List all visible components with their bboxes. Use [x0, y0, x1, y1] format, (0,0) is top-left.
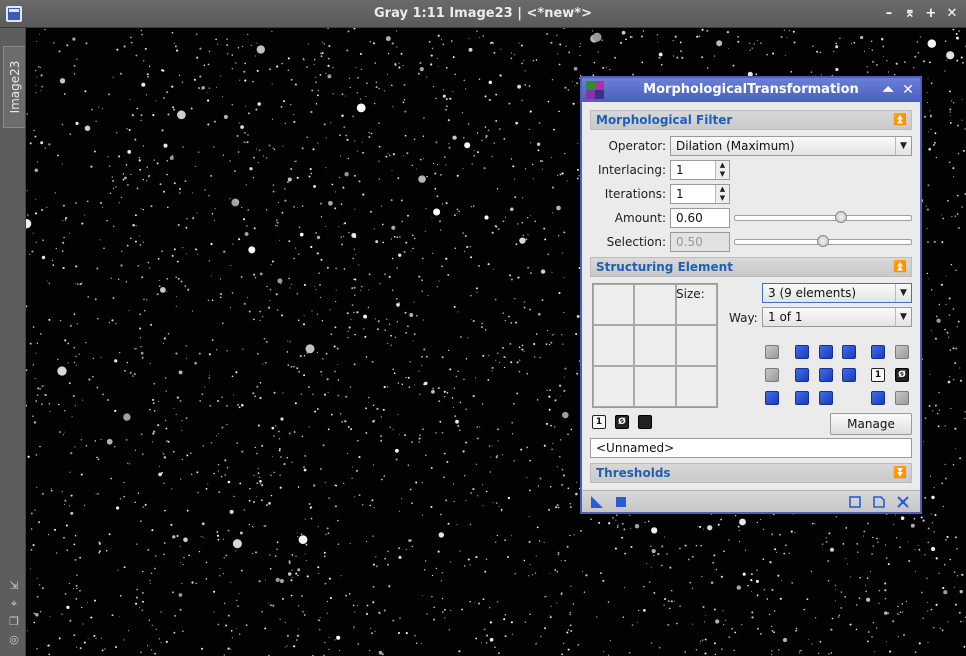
copy-icon[interactable]	[895, 345, 909, 359]
cross-pattern-icon[interactable]	[819, 391, 833, 405]
chevron-down-icon: ▼	[895, 284, 911, 302]
section-title: Morphological Filter	[596, 113, 733, 127]
expand-icon[interactable]: ⏬	[893, 466, 907, 480]
slider-handle[interactable]	[835, 211, 847, 223]
window-title-bar: Gray 1:11 Image23 | <*new*> – ⌆ + ✕	[0, 0, 966, 28]
amount-slider[interactable]	[734, 211, 912, 223]
center-marker-icon[interactable]	[638, 415, 652, 429]
dialog-close-icon[interactable]: ✕	[900, 81, 916, 99]
reset-icon[interactable]	[896, 495, 910, 509]
collapse-icon[interactable]: ⏫	[893, 113, 907, 127]
section-structuring-element[interactable]: Structuring Element ⏫	[590, 257, 912, 277]
amount-label: Amount:	[614, 211, 666, 225]
selection-slider[interactable]	[734, 235, 912, 247]
interlacing-label: Interlacing:	[597, 163, 666, 177]
grid-cell[interactable]	[675, 366, 717, 407]
chevron-down-icon: ▼	[895, 308, 911, 326]
shrink-icon[interactable]	[765, 391, 779, 405]
window-title: Gray 1:11 Image23 | <*new*>	[374, 6, 592, 21]
morphological-transformation-dialog: MorphologicalTransformation ⏶ ✕ Morpholo…	[580, 76, 922, 514]
iterations-spinbox[interactable]: 1 ▲ ▼	[670, 184, 730, 204]
grid-cell[interactable]	[634, 325, 676, 366]
circle-pattern-icon[interactable]	[795, 345, 809, 359]
image-tab-label: Image23	[7, 60, 22, 114]
operator-combo[interactable]: Dilation (Maximum) ▼	[670, 136, 912, 156]
invert-icon[interactable]	[842, 368, 856, 382]
section-morphological-filter[interactable]: Morphological Filter ⏫	[590, 110, 912, 130]
maximize-icon[interactable]: +	[923, 5, 939, 23]
grid-cell[interactable]	[593, 366, 635, 407]
operator-value: Dilation (Maximum)	[676, 139, 795, 153]
minimize-icon[interactable]: –	[881, 5, 897, 23]
view-side-strip: Image23 ⇲ ⌖ ❐ ◎	[0, 28, 26, 656]
apply-icon[interactable]	[614, 495, 628, 509]
amount-input[interactable]: 0.60	[670, 208, 730, 228]
grid-cell[interactable]	[634, 284, 676, 325]
size-label: Size:	[676, 287, 705, 301]
dialog-title: MorphologicalTransformation	[643, 82, 859, 97]
close-icon[interactable]: ✕	[944, 5, 960, 23]
layers-icon[interactable]	[871, 345, 885, 359]
zoom-icon[interactable]: ⌖	[8, 598, 20, 610]
redo-icon[interactable]	[765, 368, 779, 382]
element-name-field[interactable]: <Unnamed>	[590, 438, 912, 458]
iterations-label: Iterations:	[604, 187, 666, 201]
grid-cell[interactable]	[675, 325, 717, 366]
section-thresholds[interactable]: Thresholds ⏬	[590, 463, 912, 483]
way-label: Way:	[729, 311, 758, 325]
fit-view-icon[interactable]: ⇲	[8, 580, 20, 592]
interlacing-value: 1	[676, 163, 684, 177]
structuring-element-grid[interactable]	[592, 283, 718, 408]
iterations-value: 1	[676, 187, 684, 201]
app-window: Gray 1:11 Image23 | <*new*> – ⌆ + ✕ Imag…	[0, 0, 966, 656]
spin-arrows-icon[interactable]: ▲ ▼	[715, 161, 729, 179]
import-icon[interactable]	[871, 391, 885, 405]
dialog-bottom-bar	[582, 490, 920, 512]
manage-button[interactable]: Manage	[830, 413, 912, 435]
fill-one-icon[interactable]: 1	[592, 415, 606, 429]
grid-cell[interactable]	[593, 325, 635, 366]
disk-icon[interactable]	[795, 368, 809, 382]
documentation-icon[interactable]	[872, 495, 886, 509]
rotate-icon[interactable]	[819, 345, 833, 359]
image-tab[interactable]: Image23	[3, 46, 25, 128]
section-title: Structuring Element	[596, 260, 733, 274]
dialog-shade-icon[interactable]: ⏶	[880, 81, 896, 99]
set-one-icon[interactable]: 1	[871, 368, 885, 382]
diamond-icon[interactable]	[819, 368, 833, 382]
undo-icon[interactable]	[765, 345, 779, 359]
flip-icon[interactable]	[842, 345, 856, 359]
target-icon[interactable]: ◎	[8, 634, 20, 646]
selection-input[interactable]: 0.50	[670, 232, 730, 252]
size-combo[interactable]: 3 (9 elements) ▼	[762, 283, 912, 303]
section-title: Thresholds	[596, 466, 671, 480]
new-instance-icon[interactable]	[590, 495, 604, 509]
collapse-icon[interactable]: ⏫	[893, 260, 907, 274]
dialog-title-bar[interactable]: MorphologicalTransformation ⏶ ✕	[582, 78, 920, 102]
selection-label: Selection:	[606, 235, 666, 249]
grid-cell[interactable]	[593, 284, 635, 325]
slider-handle[interactable]	[817, 235, 829, 247]
way-combo[interactable]: 1 of 1 ▼	[762, 307, 912, 327]
chevron-down-icon: ▼	[895, 137, 911, 155]
size-value: 3 (9 elements)	[768, 286, 856, 300]
way-value: 1 of 1	[768, 310, 803, 324]
preview-icon[interactable]	[848, 495, 862, 509]
set-empty-icon[interactable]: Ø	[895, 368, 909, 382]
plus-pattern-icon[interactable]	[795, 391, 809, 405]
interlacing-spinbox[interactable]: 1 ▲ ▼	[670, 160, 730, 180]
spin-arrows-icon[interactable]: ▲ ▼	[715, 185, 729, 203]
grid-cell[interactable]	[634, 366, 676, 407]
clone-icon[interactable]: ❐	[8, 616, 20, 628]
fill-empty-icon[interactable]: Ø	[615, 415, 629, 429]
operator-label: Operator:	[608, 139, 666, 153]
export-icon[interactable]	[895, 391, 909, 405]
shade-icon[interactable]: ⌆	[902, 5, 918, 23]
